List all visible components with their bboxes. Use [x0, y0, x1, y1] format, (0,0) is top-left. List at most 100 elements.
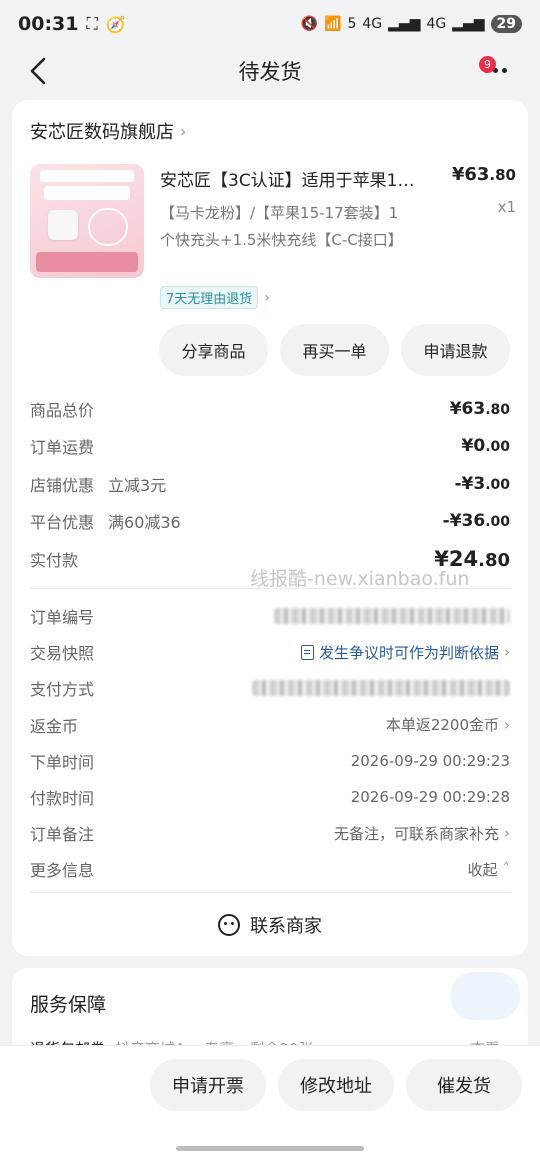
order-card: 安芯匠数码旗舰店 › 安芯匠【3C认证】适用于苹果1… ¥63.80 x1 【马…: [12, 100, 528, 956]
snapshot-link[interactable]: 发生争议时可作为判断依据 ›: [300, 642, 510, 663]
info-row-more: 更多信息 收起 ˄: [30, 851, 510, 887]
cable-icon: [88, 208, 128, 246]
fee-label: 平台优惠: [30, 513, 95, 533]
coin-link[interactable]: 本单返2200金币 ›: [386, 714, 510, 735]
info-row-order-time: 下单时间 2026-09-29 00:29:23: [30, 743, 510, 779]
product-price: ¥63.80: [452, 164, 516, 185]
chevron-right-icon: ›: [504, 643, 510, 662]
edit-address-button[interactable]: 修改地址: [278, 1059, 394, 1111]
refund-button[interactable]: 申请退款: [401, 324, 510, 376]
nav-bar: 待发货 9: [0, 48, 540, 94]
service-title: 服务保障: [30, 994, 107, 1016]
status-time: 00:31: [18, 13, 79, 35]
divider: [30, 892, 510, 893]
network-b-label: 4G: [426, 16, 447, 32]
price-main: ¥63: [451, 164, 490, 185]
contact-label: 联系商家: [250, 916, 322, 937]
fee-value: -¥36.00: [442, 511, 510, 532]
mute-icon: 🔇: [300, 16, 318, 32]
chevron-right-icon: ›: [264, 289, 270, 306]
info-label: 返金币: [30, 716, 79, 736]
watermark-text: 线报酷-new.xianbao.fun: [250, 568, 470, 590]
fee-row: 商品总价 ¥63.80: [30, 390, 510, 428]
shield-icon: [450, 972, 520, 1020]
fee-label: 实付款: [30, 550, 79, 570]
more-dot-icon: [502, 67, 507, 73]
remark-value: 无备注，可联系商家补充: [333, 824, 499, 843]
shop-name: 安芯匠数码旗舰店: [30, 122, 174, 143]
info-row-payment: 支付方式: [30, 670, 510, 706]
fee-row: 店铺优惠 立减3元 -¥3.00: [30, 465, 510, 503]
divider: [30, 588, 510, 589]
screenshot-icon: ⛶: [86, 14, 98, 33]
back-icon[interactable]: [22, 54, 56, 88]
share-product-button[interactable]: 分享商品: [159, 324, 268, 376]
info-row-coin: 返金币 本单返2200金币 ›: [30, 707, 510, 743]
payment-value: [252, 680, 510, 697]
customer-service-icon: [218, 914, 240, 936]
fee-list: 商品总价 ¥63.80 订单运费 ¥0.00 店铺优惠 立减3元 -¥3.00 …: [30, 390, 510, 578]
fee-value: ¥0.00: [461, 436, 510, 457]
status-bar: 00:31 ⛶ 🧭 🔇 📶 5 4G ▂▄▆ 4G ▂▄▆ 29: [0, 0, 540, 48]
thumb-band: [40, 170, 134, 182]
chevron-up-icon: ˄: [502, 860, 511, 879]
return-policy-label: 7天无理由退货: [160, 286, 259, 309]
order-time-value: 2026-09-29 00:29:23: [350, 751, 510, 770]
urge-shipping-button[interactable]: 催发货: [406, 1059, 522, 1111]
snapshot-value: 发生争议时可作为判断依据: [318, 643, 499, 662]
product-item[interactable]: 安芯匠【3C认证】适用于苹果1… ¥63.80 x1 【马卡龙粉】/【苹果15-…: [30, 164, 516, 314]
collapse-toggle[interactable]: 收起 ˄: [467, 859, 510, 880]
return-policy-tag[interactable]: 7天无理由退货 ›: [160, 286, 270, 309]
info-label: 订单编号: [30, 608, 95, 628]
fee-sub: 满60减36: [108, 513, 181, 533]
order-no-value[interactable]: [274, 608, 510, 625]
coin-value: 本单返2200金币: [385, 716, 499, 735]
bottom-action-bar: 申请开票 修改地址 催发货: [0, 1045, 540, 1158]
document-icon: [300, 644, 314, 660]
home-indicator[interactable]: [176, 1146, 364, 1151]
product-spec: 【马卡龙粉】/【苹果15-17套装】1个快充头+1.5米快充线【C-C接口】: [160, 204, 403, 249]
network-a-label: 4G: [362, 16, 383, 32]
redacted-value: [252, 680, 510, 697]
info-row-snapshot: 交易快照 发生争议时可作为判断依据 ›: [30, 634, 510, 670]
battery-indicator: 29: [490, 15, 522, 33]
fee-value: -¥3.00: [454, 473, 510, 494]
product-quantity: x1: [497, 198, 516, 216]
fee-value: ¥63.80: [449, 398, 510, 419]
collapse-label: 收起: [467, 860, 498, 879]
fee-row: 平台优惠 满60减36 -¥36.00: [30, 503, 510, 541]
fee-label: 商品总价: [30, 400, 95, 420]
fee-label: 订单运费: [30, 438, 95, 458]
remark-link[interactable]: 无备注，可联系商家补充 ›: [334, 823, 510, 844]
page-title: 待发货: [238, 60, 302, 84]
chevron-right-icon: ›: [180, 121, 187, 141]
fee-sub: 立减3元: [108, 475, 167, 495]
fee-row: 订单运费 ¥0.00: [30, 428, 510, 466]
product-thumbnail[interactable]: [30, 164, 144, 278]
pay-time-value: 2026-09-29 00:29:28: [350, 788, 510, 807]
compass-icon: 🧭: [105, 14, 126, 34]
more-menu-button[interactable]: 9: [479, 56, 514, 80]
signal-a-icon: ▂▄▆: [388, 16, 421, 32]
wifi-icon: 📶: [324, 16, 342, 32]
shop-link[interactable]: 安芯匠数码旗舰店 ›: [30, 118, 186, 144]
chevron-right-icon: ›: [504, 715, 510, 734]
info-label: 付款时间: [30, 789, 95, 809]
info-label: 下单时间: [30, 752, 95, 772]
product-title: 安芯匠【3C认证】适用于苹果1…: [160, 171, 415, 191]
signal-b-icon: ▂▄▆: [452, 16, 485, 32]
charger-icon: [48, 210, 78, 240]
price-cents: .80: [489, 166, 516, 184]
product-actions: 分享商品 再买一单 申请退款: [159, 324, 510, 376]
info-label: 支付方式: [30, 680, 95, 700]
chevron-right-icon: ›: [504, 824, 510, 843]
invoice-button[interactable]: 申请开票: [150, 1059, 266, 1111]
info-label: 订单备注: [30, 825, 95, 845]
thumb-title: [44, 186, 130, 200]
info-label: 更多信息: [30, 861, 95, 881]
info-row-pay-time: 付款时间 2026-09-29 00:29:28: [30, 779, 510, 815]
info-row-remark: 订单备注 无备注，可联系商家补充 ›: [30, 815, 510, 851]
info-row-order-no: 订单编号: [30, 598, 510, 634]
rebuy-button[interactable]: 再买一单: [280, 324, 389, 376]
contact-merchant-button[interactable]: 联系商家: [12, 900, 528, 950]
